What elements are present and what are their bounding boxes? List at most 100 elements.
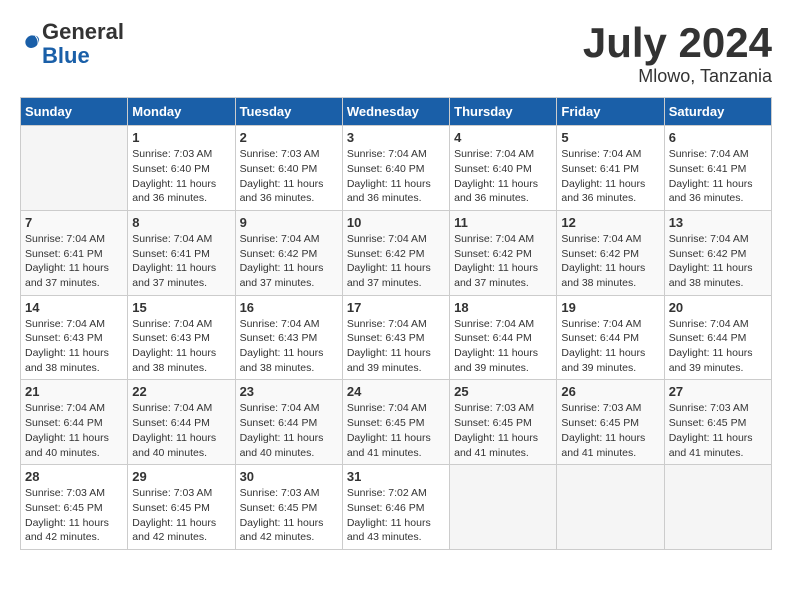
day-info: Sunrise: 7:04 AMSunset: 6:43 PMDaylight:…	[347, 317, 445, 376]
day-number: 30	[240, 469, 338, 484]
week-row-5: 28 Sunrise: 7:03 AMSunset: 6:45 PMDaylig…	[21, 465, 772, 550]
day-info: Sunrise: 7:04 AMSunset: 6:44 PMDaylight:…	[561, 317, 659, 376]
day-info: Sunrise: 7:04 AMSunset: 6:41 PMDaylight:…	[669, 147, 767, 206]
weekday-header-thursday: Thursday	[450, 98, 557, 126]
calendar-cell: 10 Sunrise: 7:04 AMSunset: 6:42 PMDaylig…	[342, 210, 449, 295]
day-number: 26	[561, 384, 659, 399]
weekday-header-friday: Friday	[557, 98, 664, 126]
week-row-4: 21 Sunrise: 7:04 AMSunset: 6:44 PMDaylig…	[21, 380, 772, 465]
day-number: 23	[240, 384, 338, 399]
location-title: Mlowo, Tanzania	[583, 66, 772, 87]
day-number: 25	[454, 384, 552, 399]
day-number: 1	[132, 130, 230, 145]
day-info: Sunrise: 7:04 AMSunset: 6:43 PMDaylight:…	[240, 317, 338, 376]
calendar-cell: 27 Sunrise: 7:03 AMSunset: 6:45 PMDaylig…	[664, 380, 771, 465]
calendar-cell: 30 Sunrise: 7:03 AMSunset: 6:45 PMDaylig…	[235, 465, 342, 550]
calendar-cell: 28 Sunrise: 7:03 AMSunset: 6:45 PMDaylig…	[21, 465, 128, 550]
day-number: 17	[347, 300, 445, 315]
day-number: 18	[454, 300, 552, 315]
calendar-cell: 29 Sunrise: 7:03 AMSunset: 6:45 PMDaylig…	[128, 465, 235, 550]
weekday-header-monday: Monday	[128, 98, 235, 126]
day-info: Sunrise: 7:04 AMSunset: 6:44 PMDaylight:…	[240, 401, 338, 460]
day-number: 28	[25, 469, 123, 484]
day-info: Sunrise: 7:03 AMSunset: 6:40 PMDaylight:…	[132, 147, 230, 206]
calendar-cell	[664, 465, 771, 550]
calendar-cell: 9 Sunrise: 7:04 AMSunset: 6:42 PMDayligh…	[235, 210, 342, 295]
calendar-cell: 18 Sunrise: 7:04 AMSunset: 6:44 PMDaylig…	[450, 295, 557, 380]
day-number: 19	[561, 300, 659, 315]
calendar-cell: 8 Sunrise: 7:04 AMSunset: 6:41 PMDayligh…	[128, 210, 235, 295]
calendar-cell: 7 Sunrise: 7:04 AMSunset: 6:41 PMDayligh…	[21, 210, 128, 295]
calendar-cell: 15 Sunrise: 7:04 AMSunset: 6:43 PMDaylig…	[128, 295, 235, 380]
day-number: 29	[132, 469, 230, 484]
day-info: Sunrise: 7:03 AMSunset: 6:45 PMDaylight:…	[25, 486, 123, 545]
calendar-cell: 4 Sunrise: 7:04 AMSunset: 6:40 PMDayligh…	[450, 126, 557, 211]
day-number: 14	[25, 300, 123, 315]
day-number: 11	[454, 215, 552, 230]
day-info: Sunrise: 7:02 AMSunset: 6:46 PMDaylight:…	[347, 486, 445, 545]
day-number: 13	[669, 215, 767, 230]
day-info: Sunrise: 7:04 AMSunset: 6:40 PMDaylight:…	[347, 147, 445, 206]
day-info: Sunrise: 7:04 AMSunset: 6:43 PMDaylight:…	[132, 317, 230, 376]
day-number: 20	[669, 300, 767, 315]
day-number: 7	[25, 215, 123, 230]
day-number: 4	[454, 130, 552, 145]
day-info: Sunrise: 7:04 AMSunset: 6:43 PMDaylight:…	[25, 317, 123, 376]
calendar-cell: 11 Sunrise: 7:04 AMSunset: 6:42 PMDaylig…	[450, 210, 557, 295]
day-number: 16	[240, 300, 338, 315]
day-info: Sunrise: 7:04 AMSunset: 6:41 PMDaylight:…	[132, 232, 230, 291]
calendar-cell: 21 Sunrise: 7:04 AMSunset: 6:44 PMDaylig…	[21, 380, 128, 465]
day-info: Sunrise: 7:03 AMSunset: 6:45 PMDaylight:…	[240, 486, 338, 545]
day-info: Sunrise: 7:04 AMSunset: 6:42 PMDaylight:…	[347, 232, 445, 291]
calendar-cell: 14 Sunrise: 7:04 AMSunset: 6:43 PMDaylig…	[21, 295, 128, 380]
month-title: July 2024	[583, 20, 772, 66]
calendar-cell	[21, 126, 128, 211]
logo-general-text: General	[42, 19, 124, 44]
day-info: Sunrise: 7:03 AMSunset: 6:45 PMDaylight:…	[454, 401, 552, 460]
weekday-header-tuesday: Tuesday	[235, 98, 342, 126]
day-info: Sunrise: 7:04 AMSunset: 6:40 PMDaylight:…	[454, 147, 552, 206]
page-header: General Blue July 2024 Mlowo, Tanzania	[20, 20, 772, 87]
day-number: 5	[561, 130, 659, 145]
calendar-cell: 19 Sunrise: 7:04 AMSunset: 6:44 PMDaylig…	[557, 295, 664, 380]
weekday-header-wednesday: Wednesday	[342, 98, 449, 126]
day-info: Sunrise: 7:04 AMSunset: 6:42 PMDaylight:…	[561, 232, 659, 291]
calendar-cell: 17 Sunrise: 7:04 AMSunset: 6:43 PMDaylig…	[342, 295, 449, 380]
calendar-cell: 24 Sunrise: 7:04 AMSunset: 6:45 PMDaylig…	[342, 380, 449, 465]
calendar-cell: 16 Sunrise: 7:04 AMSunset: 6:43 PMDaylig…	[235, 295, 342, 380]
weekday-header-saturday: Saturday	[664, 98, 771, 126]
day-number: 31	[347, 469, 445, 484]
day-number: 2	[240, 130, 338, 145]
calendar-cell: 22 Sunrise: 7:04 AMSunset: 6:44 PMDaylig…	[128, 380, 235, 465]
calendar-cell: 6 Sunrise: 7:04 AMSunset: 6:41 PMDayligh…	[664, 126, 771, 211]
calendar-cell: 3 Sunrise: 7:04 AMSunset: 6:40 PMDayligh…	[342, 126, 449, 211]
calendar-cell: 13 Sunrise: 7:04 AMSunset: 6:42 PMDaylig…	[664, 210, 771, 295]
calendar-cell: 20 Sunrise: 7:04 AMSunset: 6:44 PMDaylig…	[664, 295, 771, 380]
week-row-3: 14 Sunrise: 7:04 AMSunset: 6:43 PMDaylig…	[21, 295, 772, 380]
calendar-cell: 23 Sunrise: 7:04 AMSunset: 6:44 PMDaylig…	[235, 380, 342, 465]
day-info: Sunrise: 7:03 AMSunset: 6:40 PMDaylight:…	[240, 147, 338, 206]
day-info: Sunrise: 7:04 AMSunset: 6:44 PMDaylight:…	[669, 317, 767, 376]
calendar-cell: 5 Sunrise: 7:04 AMSunset: 6:41 PMDayligh…	[557, 126, 664, 211]
calendar-table: SundayMondayTuesdayWednesdayThursdayFrid…	[20, 97, 772, 550]
day-number: 22	[132, 384, 230, 399]
day-info: Sunrise: 7:04 AMSunset: 6:42 PMDaylight:…	[240, 232, 338, 291]
day-info: Sunrise: 7:04 AMSunset: 6:41 PMDaylight:…	[561, 147, 659, 206]
calendar-cell: 12 Sunrise: 7:04 AMSunset: 6:42 PMDaylig…	[557, 210, 664, 295]
logo: General Blue	[20, 20, 124, 68]
calendar-cell: 31 Sunrise: 7:02 AMSunset: 6:46 PMDaylig…	[342, 465, 449, 550]
calendar-cell: 2 Sunrise: 7:03 AMSunset: 6:40 PMDayligh…	[235, 126, 342, 211]
day-number: 9	[240, 215, 338, 230]
calendar-cell: 26 Sunrise: 7:03 AMSunset: 6:45 PMDaylig…	[557, 380, 664, 465]
day-number: 21	[25, 384, 123, 399]
day-info: Sunrise: 7:04 AMSunset: 6:44 PMDaylight:…	[25, 401, 123, 460]
day-number: 8	[132, 215, 230, 230]
day-info: Sunrise: 7:04 AMSunset: 6:42 PMDaylight:…	[454, 232, 552, 291]
day-number: 15	[132, 300, 230, 315]
day-info: Sunrise: 7:04 AMSunset: 6:44 PMDaylight:…	[454, 317, 552, 376]
day-number: 12	[561, 215, 659, 230]
week-row-1: 1 Sunrise: 7:03 AMSunset: 6:40 PMDayligh…	[21, 126, 772, 211]
day-info: Sunrise: 7:04 AMSunset: 6:44 PMDaylight:…	[132, 401, 230, 460]
logo-blue-text: Blue	[42, 43, 90, 68]
day-number: 24	[347, 384, 445, 399]
